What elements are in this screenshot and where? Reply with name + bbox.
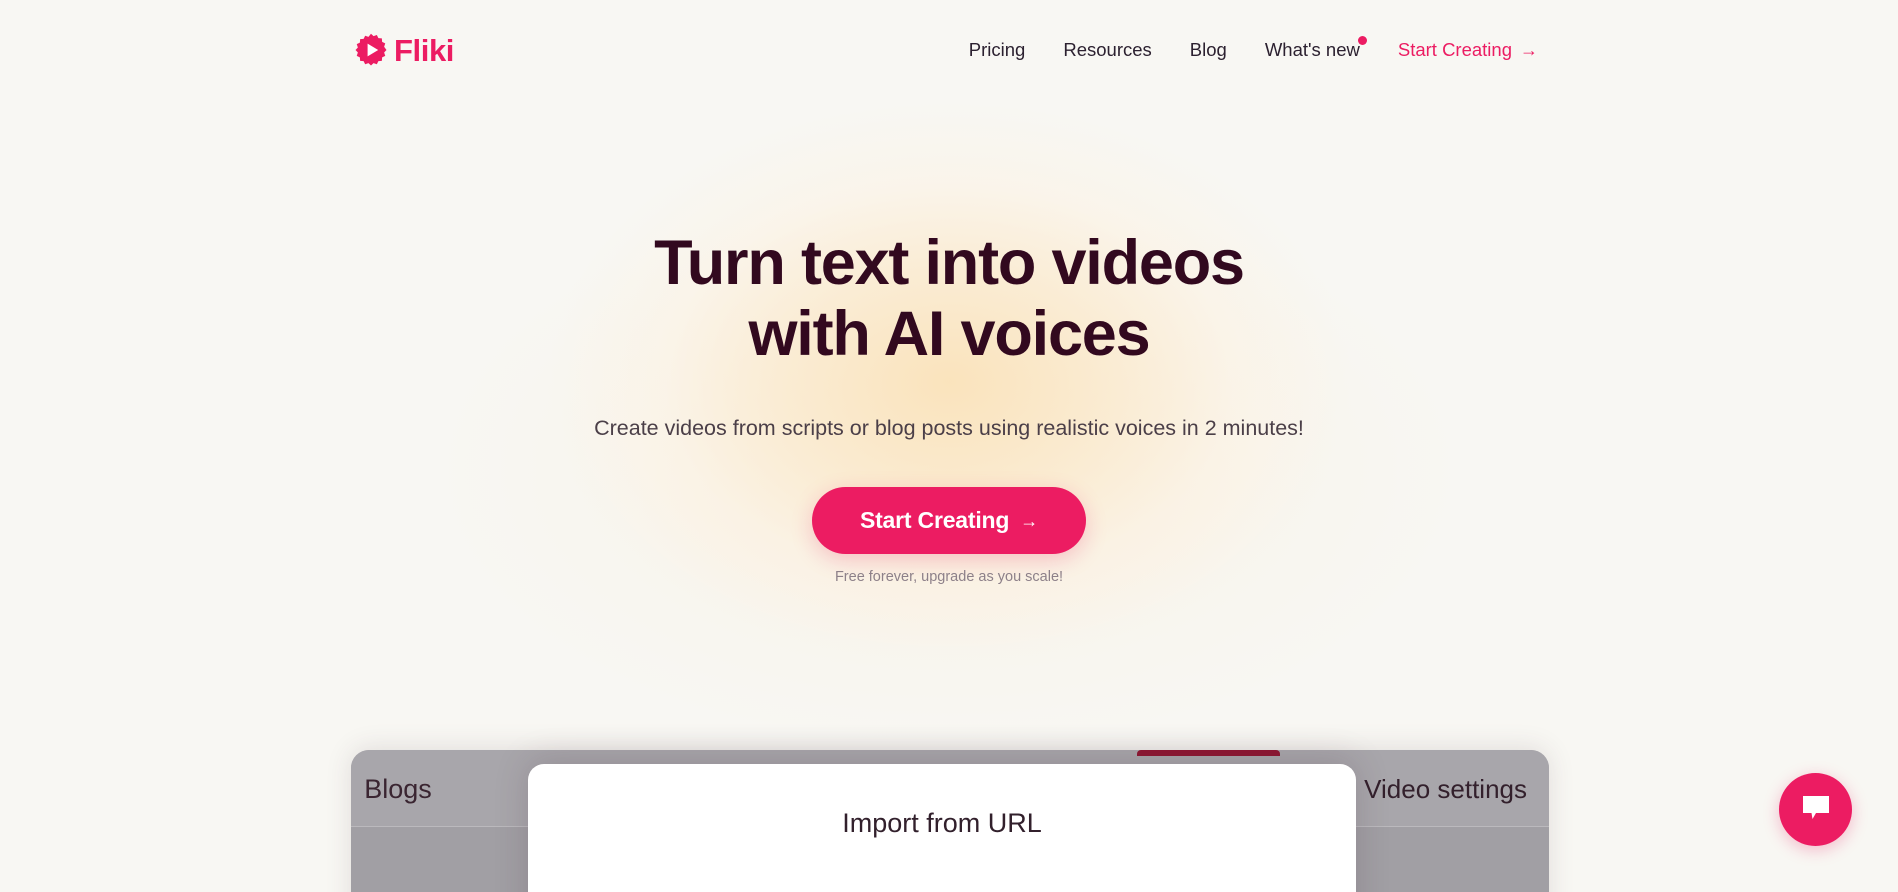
modal-title: Import from URL	[842, 808, 1042, 838]
hero-section: Turn text into videos with AI voices Cre…	[0, 0, 1898, 585]
chat-widget-button[interactable]	[1779, 773, 1852, 846]
page-title: Turn text into videos with AI voices	[519, 228, 1379, 370]
chat-bubble-icon	[1801, 794, 1831, 825]
hero-cta-group: Start Creating → Free forever, upgrade a…	[0, 487, 1898, 585]
video-settings-title: Video settings	[1364, 774, 1527, 804]
breadcrumb: les › Blogs	[351, 774, 432, 805]
breadcrumb-item-blogs[interactable]: Blogs	[364, 774, 432, 805]
page-root: Fliki Pricing Resources Blog What's new …	[0, 0, 1898, 892]
headline-line-2: with AI voices	[748, 299, 1151, 370]
cta-note: Free forever, upgrade as you scale!	[834, 569, 1064, 586]
start-creating-button-label: Start Creating	[859, 507, 1010, 534]
headline-line-1: Turn text into videos	[654, 228, 1245, 298]
hero-subtitle: Create videos from scripts or blog posts…	[594, 416, 1304, 441]
import-from-url-modal: Import from URL	[528, 764, 1356, 892]
arrow-right-icon: →	[1020, 510, 1039, 531]
active-tab-indicator	[1137, 750, 1280, 756]
start-creating-button[interactable]: Start Creating →	[811, 487, 1087, 555]
